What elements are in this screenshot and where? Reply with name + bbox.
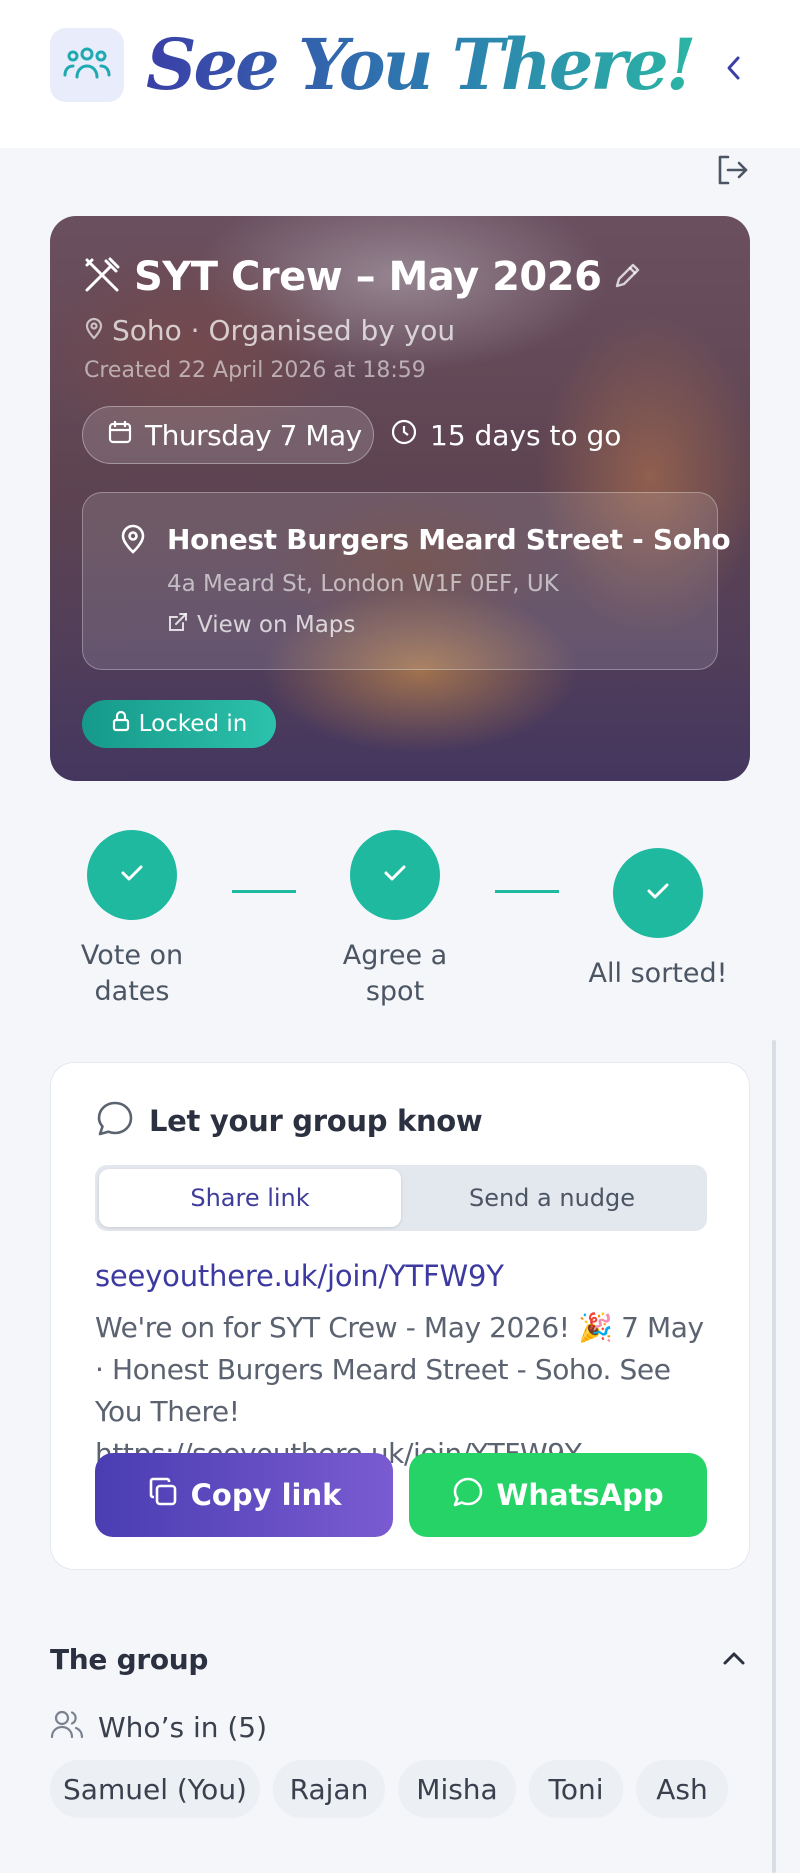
venue-address: 4a Meard St, London W1F 0EF, UK [167,571,559,597]
member-chip[interactable]: Misha [398,1760,516,1818]
group-collapse-toggle[interactable] [718,1644,750,1676]
venue-name: Honest Burgers Meard Street - Soho [167,523,731,556]
step-check [87,830,177,920]
tab-send-a-nudge[interactable]: Send a nudge [401,1169,703,1227]
location-pin-icon [119,523,147,559]
step-check [613,848,703,938]
copy-link-label: Copy link [190,1478,342,1512]
clock-icon [390,418,418,453]
copy-icon [147,1476,179,1515]
chevron-left-icon [726,55,742,85]
venue-card: Honest Burgers Meard Street - Soho 4a Me… [82,492,731,670]
chat-bubble-icon [95,1099,135,1143]
share-header: Let your group know [95,1099,483,1143]
step-connector [232,890,296,893]
event-date-pill: Thursday 7 May [82,406,374,464]
status-label: Locked in [138,711,248,737]
logout-icon [716,155,748,189]
step-agree-a-spot: Agree a spot [305,830,485,1010]
step-all-sorted: All sorted! [568,848,748,992]
member-chip[interactable]: Rajan [273,1760,385,1818]
step-connector [495,890,559,893]
scrollbar[interactable] [772,1040,776,1873]
event-date: Thursday 7 May [145,418,362,452]
cutlery-icon [82,255,122,299]
group-icon [62,45,112,85]
event-title-row: SYT Crew – May 2026 [82,254,643,300]
member-chip[interactable]: Ash [636,1760,728,1818]
app-header: See You There! [0,0,800,148]
member-chip[interactable]: Toni [529,1760,623,1818]
event-hero-card: SYT Crew – May 2026 Soho · Organised by … [50,216,750,781]
collapse-button[interactable] [718,52,750,88]
pencil-icon[interactable] [613,260,643,294]
calendar-icon [107,419,133,452]
checkmark-icon [643,879,673,907]
event-subtitle: Soho · Organised by you [112,314,456,347]
event-subtitle-row: Soho · Organised by you [84,314,455,347]
view-on-maps-label: View on Maps [197,612,356,638]
checkmark-icon [117,861,147,889]
step-label: Agree a spot [342,940,448,1007]
step-label: Vote on dates [80,940,184,1007]
event-created: Created 22 April 2026 at 18:59 [84,358,426,383]
status-badge: Locked in [82,700,276,748]
logo-tile [50,28,124,102]
view-on-maps-link[interactable]: View on Maps [167,611,355,639]
copy-link-button[interactable]: Copy link [95,1453,393,1537]
location-pin-icon [84,314,104,347]
share-message: We're on for SYT Crew - May 2026! 🎉 7 Ma… [95,1311,704,1470]
share-link[interactable]: seeyouthere.uk/join/YTFW9Y [95,1259,504,1293]
group-section-title: The group [50,1643,209,1676]
share-card: Let your group know Share link Send a nu… [50,1062,750,1570]
countdown-text: 15 days to go [430,418,622,452]
lock-icon [111,710,131,738]
chevron-up-icon [722,1650,746,1670]
step-vote-on-dates: Vote on dates [42,830,222,1010]
external-link-icon [167,611,189,639]
event-title: SYT Crew – May 2026 [134,254,602,300]
share-title: Let your group know [149,1104,483,1138]
step-label: All sorted! [588,958,728,989]
whatsapp-label: WhatsApp [496,1478,664,1512]
users-icon [50,1709,84,1746]
checkmark-icon [380,861,410,889]
tab-share-link[interactable]: Share link [99,1169,401,1227]
countdown-pill: 15 days to go [390,406,645,464]
brand-title: See You There! [146,23,696,106]
whos-in-label: Who’s in (5) [98,1711,268,1744]
step-check [350,830,440,920]
share-tabs: Share link Send a nudge [95,1165,707,1231]
whos-in-row: Who’s in (5) [50,1709,267,1746]
logout-button[interactable] [714,154,750,190]
whatsapp-icon [452,1476,484,1515]
member-chip[interactable]: Samuel (You) [50,1760,260,1818]
whatsapp-button[interactable]: WhatsApp [409,1453,707,1537]
